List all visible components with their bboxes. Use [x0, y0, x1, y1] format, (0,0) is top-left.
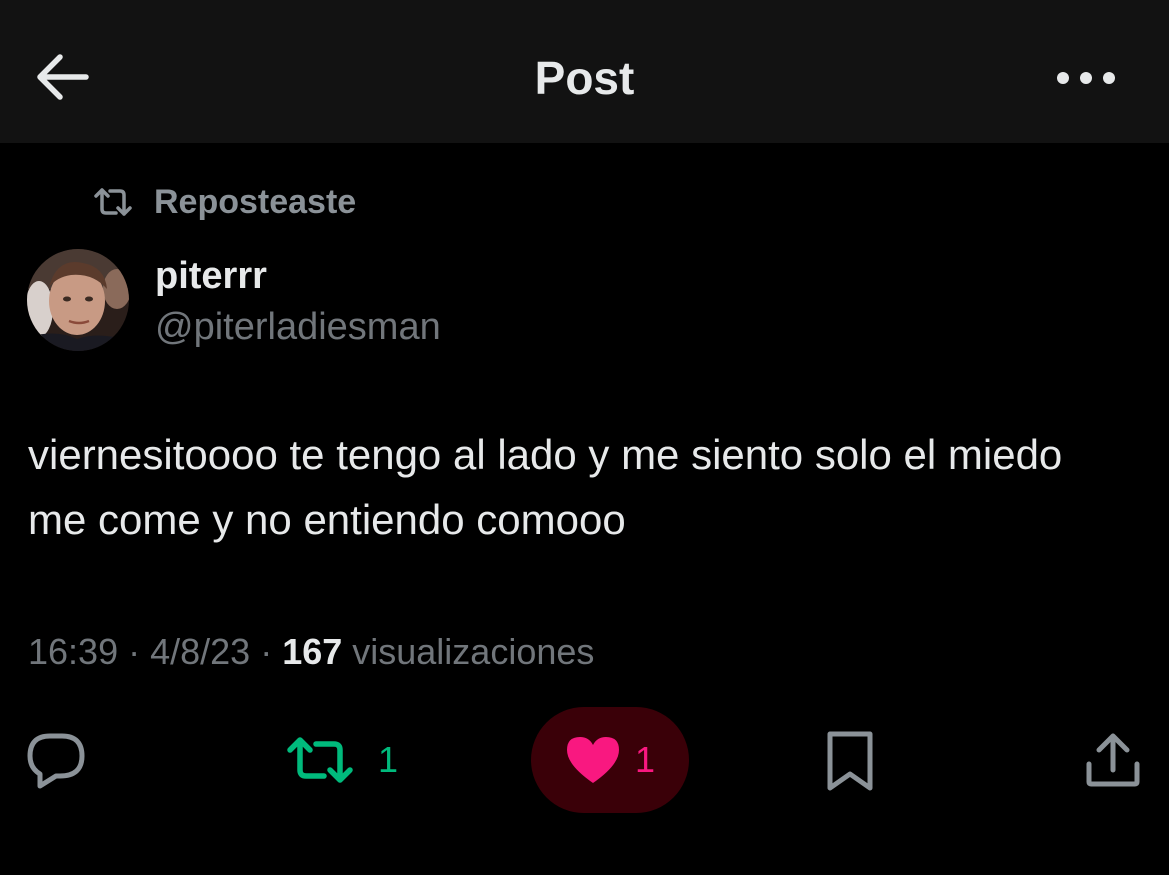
- post-meta: 16:39 · 4/8/23 · 167 visualizaciones: [28, 628, 594, 676]
- retweet-button[interactable]: 1: [286, 730, 398, 790]
- like-count: 1: [634, 739, 656, 780]
- post-text: viernesitoooo te tengo al lado y me sien…: [28, 431, 1063, 543]
- reply-button[interactable]: [26, 730, 88, 790]
- more-options-button[interactable]: [1050, 56, 1122, 100]
- page-title: Post: [534, 52, 635, 104]
- meta-separator: ·: [118, 631, 151, 672]
- retweet-icon: [287, 737, 353, 783]
- profile-photo: [27, 249, 129, 351]
- retweet-count: 1: [378, 739, 399, 780]
- like-button[interactable]: 1: [531, 707, 689, 813]
- bookmark-icon: [827, 731, 873, 791]
- bookmark-button[interactable]: [824, 730, 876, 792]
- repost-label: Reposteaste: [154, 182, 357, 221]
- more-horizontal-icon: [1057, 72, 1115, 84]
- views-label: visualizaciones: [342, 631, 595, 672]
- author-handle[interactable]: @piterladiesman: [155, 304, 441, 350]
- retweet-icon: [94, 188, 132, 216]
- post-time[interactable]: 16:39: [28, 631, 118, 672]
- views-count: 167: [282, 631, 343, 672]
- author-display-name[interactable]: piterrr: [155, 253, 267, 299]
- repost-context[interactable]: Reposteaste: [92, 180, 356, 224]
- share-icon: [1086, 733, 1140, 787]
- meta-separator: ·: [250, 631, 283, 672]
- post-date[interactable]: 4/8/23: [150, 631, 250, 672]
- share-button[interactable]: [1083, 730, 1143, 790]
- avatar[interactable]: [27, 249, 129, 351]
- reply-icon: [27, 733, 85, 789]
- heart-icon: [566, 737, 619, 783]
- top-bar: Post: [0, 0, 1169, 143]
